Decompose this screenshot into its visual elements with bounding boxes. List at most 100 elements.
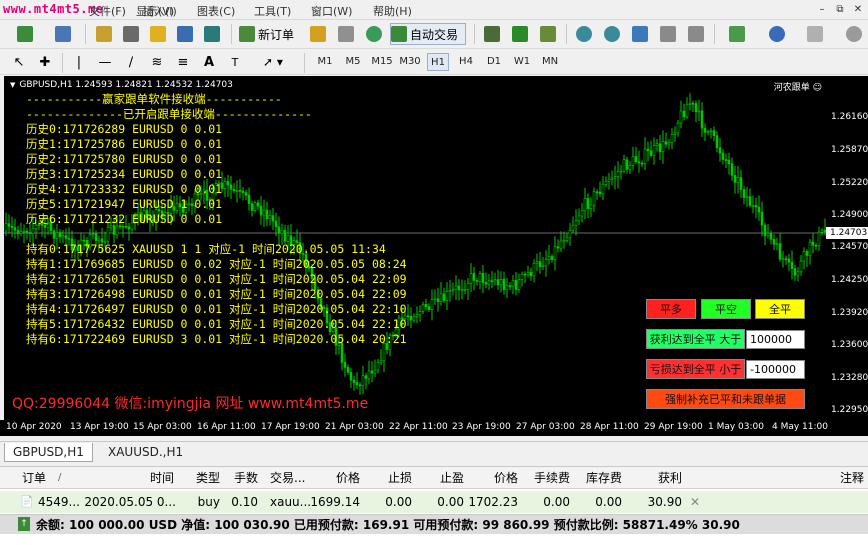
tf-mn[interactable]: MN <box>539 53 561 71</box>
history-line: 历史2:171725780 EURUSD 0 0.01 <box>26 152 223 166</box>
close-all-button[interactable]: 全平 <box>755 299 805 319</box>
col-swap[interactable]: 库存费 <box>578 467 622 489</box>
signals-button[interactable] <box>334 23 358 45</box>
terminal-button[interactable] <box>173 23 197 45</box>
cursor-button[interactable]: ↖ <box>8 51 30 73</box>
price-label: 1.24250 <box>831 275 868 285</box>
zoom-out-button[interactable] <box>600 23 624 45</box>
horizontal-line-button[interactable]: — <box>94 51 116 73</box>
chart-shift-button[interactable] <box>684 23 708 45</box>
candle-body <box>649 150 653 156</box>
col-comment[interactable]: 注释 <box>800 467 864 489</box>
tf-m5[interactable]: M5 <box>342 53 364 71</box>
loss-threshold-input[interactable]: -100000 <box>746 360 805 379</box>
auto-trading-button[interactable]: 自动交易 <box>390 23 466 45</box>
col-sl[interactable]: 止损 <box>370 467 412 489</box>
menu-insert[interactable]: 插入(I) <box>143 3 177 19</box>
channel-button[interactable]: ≋ <box>146 51 168 73</box>
table-row[interactable]: 📄 4549... 2020.05.05 0... buy 0.10 xauu.… <box>0 491 868 513</box>
market-watch-button[interactable] <box>92 23 116 45</box>
candle-body <box>235 190 239 192</box>
tf-m30[interactable]: M30 <box>398 53 422 71</box>
candle-body <box>238 190 242 192</box>
candle-body <box>619 170 623 173</box>
tf-h4[interactable]: H4 <box>455 53 477 71</box>
col-order[interactable]: 订单 <box>22 467 46 489</box>
tab-xauusd-h1[interactable]: XAUUSD.,H1 <box>100 443 191 462</box>
candle-body <box>790 261 794 269</box>
candle-body <box>793 268 797 276</box>
candle-body <box>592 191 596 206</box>
indicators-button[interactable] <box>720 23 754 45</box>
auto-trading-icon <box>391 26 407 42</box>
candle-body <box>481 272 485 283</box>
tf-h1[interactable]: H1 <box>427 53 449 71</box>
col-price[interactable]: 价格 <box>472 467 518 489</box>
holding-line: 持有5:171726432 EURUSD 0 0.01 对应-1 时间2020.… <box>26 317 407 331</box>
tf-m15[interactable]: M15 <box>370 53 394 71</box>
tester-button[interactable] <box>200 23 224 45</box>
candle-body <box>262 209 266 216</box>
data-window-button[interactable] <box>119 23 143 45</box>
minimize-icon[interactable]: – <box>814 2 830 18</box>
col-time[interactable]: 时间 <box>120 467 174 489</box>
fibonacci-icon: ≡ <box>177 54 189 70</box>
text-button[interactable]: A <box>198 51 220 73</box>
restore-icon[interactable]: ⧉ <box>832 2 848 18</box>
col-open-price[interactable]: 价格 <box>314 467 360 489</box>
line-chart-button[interactable] <box>536 23 560 45</box>
menu-window[interactable]: 窗口(W) <box>311 3 352 19</box>
col-commission[interactable]: 手续费 <box>526 467 570 489</box>
crosshair-button[interactable]: ✚ <box>34 51 56 73</box>
candle-body <box>373 369 377 374</box>
new-order-button[interactable]: 新订单 <box>238 23 302 45</box>
profiles-button[interactable] <box>46 23 80 45</box>
candle-body <box>493 279 497 282</box>
bar-chart-button[interactable] <box>480 23 504 45</box>
price-label: 1.25870 <box>831 145 868 155</box>
new-chart-button[interactable] <box>8 23 42 45</box>
tf-m1[interactable]: M1 <box>314 53 336 71</box>
menu-tools[interactable]: 工具(T) <box>254 3 291 19</box>
col-tp[interactable]: 止盈 <box>420 467 464 489</box>
candle-chart-button[interactable] <box>508 23 532 45</box>
close-sell-button[interactable]: 平空 <box>701 299 751 319</box>
candle-body <box>751 205 755 207</box>
force-close-button[interactable]: 强制补充已平和未跟单据 <box>646 389 805 409</box>
profit-threshold-input[interactable]: 100000 <box>746 330 805 349</box>
periods-button[interactable] <box>760 23 794 45</box>
zoom-in-button[interactable] <box>572 23 596 45</box>
label-button[interactable]: T <box>224 51 246 73</box>
auto-scroll-button[interactable] <box>656 23 680 45</box>
candle-body <box>436 298 440 302</box>
arrows-button[interactable]: ➚ ▾ <box>250 51 296 73</box>
tab-gbpusd-h1[interactable]: GBPUSD,H1 <box>4 443 93 462</box>
navigator-button[interactable] <box>146 23 170 45</box>
close-buy-button[interactable]: 平多 <box>646 299 696 319</box>
trendline-button[interactable]: ∕ <box>120 51 142 73</box>
templates-button[interactable] <box>798 23 832 45</box>
candle-body <box>820 229 824 233</box>
tf-w1[interactable]: W1 <box>511 53 533 71</box>
col-profit[interactable]: 获利 <box>630 467 682 489</box>
col-type[interactable]: 类型 <box>178 467 220 489</box>
col-symbol[interactable]: 交易... <box>270 467 305 489</box>
cell-symbol: xauu... <box>270 495 312 509</box>
search-button[interactable] <box>842 23 866 45</box>
menu-file[interactable]: 文件(F) <box>89 3 126 19</box>
candle-body <box>532 262 536 277</box>
meta-editor-button[interactable] <box>306 23 330 45</box>
menu-charts[interactable]: 图表(C) <box>197 3 235 19</box>
tile-windows-button[interactable] <box>628 23 652 45</box>
vertical-line-button[interactable]: | <box>68 51 90 73</box>
menu-help[interactable]: 帮助(H) <box>373 3 412 19</box>
col-lots[interactable]: 手数 <box>222 467 258 489</box>
close-order-icon[interactable]: ✕ <box>690 491 700 513</box>
tf-d1[interactable]: D1 <box>483 53 505 71</box>
standard-toolbar: 新订单 自动交易 <box>0 21 868 49</box>
ea-badge: 河农跟单 ☺ <box>773 83 822 93</box>
market-button[interactable] <box>362 23 386 45</box>
fibonacci-button[interactable]: ≡ <box>172 51 194 73</box>
price-chart[interactable]: ▼ GBPUSD,H1 1.24593 1.24821 1.24532 1.247… <box>4 76 826 434</box>
close-icon[interactable]: ✕ <box>850 2 866 18</box>
